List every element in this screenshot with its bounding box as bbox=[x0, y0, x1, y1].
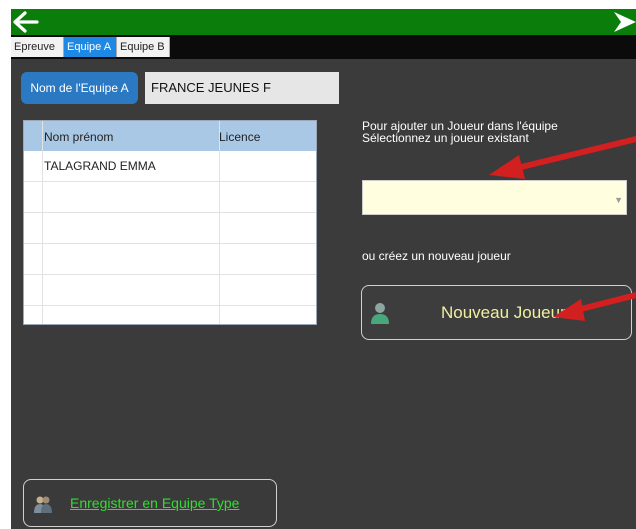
save-team-type-label: Enregistrer en Equipe Type bbox=[70, 495, 240, 511]
tab-equipe-b[interactable]: Equipe B bbox=[117, 37, 170, 57]
or-create-text: ou créez un nouveau joueur bbox=[362, 249, 511, 263]
table-row[interactable]: TALAGRAND EMMA bbox=[24, 151, 316, 182]
tab-epreuve[interactable]: Epreuve bbox=[11, 37, 64, 57]
arrow-left-icon[interactable] bbox=[13, 11, 39, 33]
column-header-licence: Licence bbox=[219, 130, 261, 144]
column-divider bbox=[219, 121, 220, 324]
player-name: TALAGRAND EMMA bbox=[44, 159, 156, 173]
table-row[interactable] bbox=[24, 306, 316, 329]
new-player-label: Nouveau Joueur bbox=[441, 303, 566, 322]
instruction-line-2: Sélectionnez un joueur existant bbox=[362, 131, 529, 145]
table-row[interactable] bbox=[24, 275, 316, 306]
team-icon bbox=[34, 496, 52, 513]
save-team-type-button[interactable]: Enregistrer en Equipe Type bbox=[23, 479, 277, 527]
existing-player-select[interactable]: ▼ bbox=[362, 180, 627, 215]
players-table: Nom prénom Licence TALAGRAND EMMA bbox=[23, 120, 317, 325]
tab-bar: Epreuve Equipe A Equipe B bbox=[11, 35, 636, 59]
main-panel: Nom de l'Equipe A FRANCE JEUNES F Nom pr… bbox=[11, 59, 636, 529]
table-row[interactable] bbox=[24, 244, 316, 275]
column-header-name: Nom prénom bbox=[44, 130, 114, 144]
chevron-down-icon: ▼ bbox=[614, 195, 623, 205]
table-header: Nom prénom Licence bbox=[24, 121, 316, 151]
top-navigation-bar bbox=[11, 9, 636, 35]
table-row[interactable] bbox=[24, 213, 316, 244]
new-player-button[interactable]: Nouveau Joueur bbox=[361, 285, 632, 340]
tab-equipe-a[interactable]: Equipe A bbox=[64, 37, 117, 57]
arrow-right-icon[interactable] bbox=[614, 12, 636, 32]
person-icon bbox=[371, 303, 389, 324]
team-name-field[interactable]: FRANCE JEUNES F bbox=[145, 72, 339, 104]
team-name-label-button[interactable]: Nom de l'Equipe A bbox=[21, 72, 138, 104]
table-row[interactable] bbox=[24, 182, 316, 213]
add-player-instructions: Pour ajouter un Joueur dans l'équipe Sél… bbox=[362, 120, 558, 144]
column-divider bbox=[42, 121, 43, 324]
